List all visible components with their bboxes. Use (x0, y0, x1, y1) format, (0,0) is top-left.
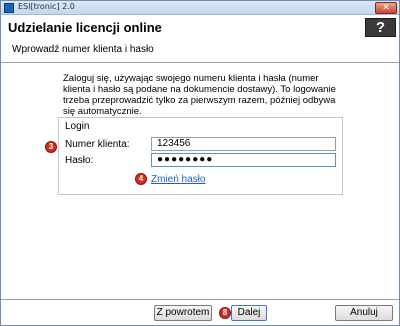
dialog-header: Udzielanie licencji online ? Wprowadź nu… (1, 16, 399, 60)
customer-number-label: Numer klienta: (65, 139, 130, 150)
change-password-link[interactable]: Zmień hasło (151, 174, 205, 185)
step-badge-8: 8 (219, 307, 231, 319)
step-badge-3: 3 (45, 141, 57, 153)
close-button[interactable]: ✕ (375, 2, 397, 14)
page-subtitle: Wprowadź numer klienta i hasło (12, 44, 154, 55)
password-input[interactable]: ●●●●●●●● (151, 153, 336, 167)
app-icon (4, 3, 14, 13)
login-group-label: Login (65, 121, 90, 132)
window-title: ESI[tronic] 2.0 (18, 2, 75, 11)
title-bar[interactable]: ESI[tronic] 2.0 ✕ (1, 1, 399, 15)
customer-number-input[interactable]: 123456 (151, 137, 336, 151)
password-label: Hasło: (65, 155, 94, 166)
next-button[interactable]: Dalej (231, 305, 267, 321)
footer-divider (1, 299, 399, 300)
back-button[interactable]: Z powrotem (154, 305, 212, 321)
page-title: Udzielanie licencji online (8, 20, 162, 35)
help-button[interactable]: ? (365, 18, 396, 37)
step-badge-4: 4 (135, 173, 147, 185)
intro-text: Zaloguj się, używając swojego numeru kli… (63, 73, 336, 117)
cancel-button[interactable]: Anuluj (335, 305, 393, 321)
login-group: Login Numer klienta: 123456 Hasło: ●●●●●… (58, 117, 343, 195)
header-divider (1, 62, 399, 63)
dialog-window: ESI[tronic] 2.0 ✕ Udzielanie licencji on… (0, 0, 400, 326)
